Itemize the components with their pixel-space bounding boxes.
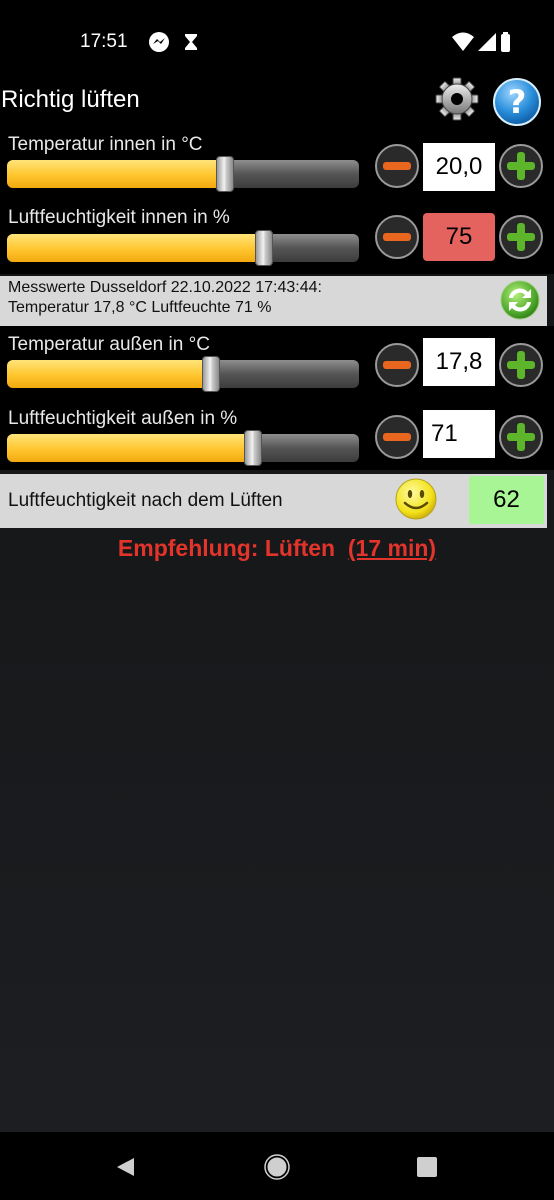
inside-temperature-plus-button[interactable] <box>498 143 544 189</box>
messenger-icon <box>149 32 169 52</box>
measurement-line-2: Temperatur 17,8 °C Luftfeuchte 71 % <box>8 299 272 316</box>
battery-icon <box>501 32 510 52</box>
outside-humidity-row: Luftfeuchtigkeit außen in % 71 <box>0 398 554 470</box>
inside-temperature-minus-button[interactable] <box>374 143 420 189</box>
back-icon[interactable] <box>114 1156 136 1178</box>
outside-humidity-value[interactable]: 71 <box>423 410 495 458</box>
inside-humidity-label: Luftfeuchtigkeit innen in % <box>8 207 230 228</box>
inside-humidity-plus-button[interactable] <box>498 214 544 260</box>
result-value: 62 <box>469 476 544 524</box>
recommendation: Empfehlung: Lüften (17 min) <box>0 535 554 562</box>
outside-humidity-minus-button[interactable] <box>374 414 420 460</box>
inside-temperature-label: Temperatur innen in °C <box>8 134 203 155</box>
slider-fill <box>7 360 211 388</box>
svg-text:?: ? <box>508 83 527 121</box>
app-title-bar: Richtig lüften ? <box>0 76 554 126</box>
slider-fill <box>7 160 225 188</box>
recent-apps-icon[interactable] <box>416 1156 438 1178</box>
inside-humidity-value[interactable]: 75 <box>423 213 495 261</box>
slider-thumb[interactable] <box>216 156 234 192</box>
slider-thumb[interactable] <box>244 430 262 466</box>
slider-fill <box>7 434 253 462</box>
navigation-bar <box>0 1132 554 1200</box>
outside-temperature-slider[interactable] <box>7 356 359 392</box>
app-title: Richtig lüften <box>1 86 140 113</box>
recommendation-time-link[interactable]: (17 min) <box>348 535 436 561</box>
measurement-panel: Messwerte Dusseldorf 22.10.2022 17:43:44… <box>0 276 547 326</box>
slider-thumb[interactable] <box>255 230 273 266</box>
recommendation-text: Empfehlung: Lüften <box>117 535 336 561</box>
result-panel: Luftfeuchtigkeit nach dem Lüften 62 <box>0 474 547 528</box>
status-time: 17:51 <box>80 31 128 52</box>
outside-humidity-label: Luftfeuchtigkeit außen in % <box>8 408 238 429</box>
result-label: Luftfeuchtigkeit nach dem Lüften <box>8 490 283 511</box>
inside-temperature-value[interactable]: 20,0 <box>423 143 495 191</box>
help-icon[interactable]: ? <box>492 77 542 127</box>
inside-humidity-row: Luftfeuchtigkeit innen in % 75 <box>0 196 554 274</box>
outside-humidity-slider[interactable] <box>7 430 359 466</box>
signal-icon <box>478 33 496 51</box>
outside-humidity-plus-button[interactable] <box>498 414 544 460</box>
inside-temperature-slider[interactable] <box>7 156 359 192</box>
inside-temperature-row: Temperatur innen in °C 20,0 <box>0 126 554 196</box>
measurement-line-1: Messwerte Dusseldorf 22.10.2022 17:43:44… <box>8 279 322 296</box>
status-bar: 17:51 <box>0 0 554 84</box>
settings-gear-icon[interactable] <box>434 76 480 122</box>
inside-humidity-minus-button[interactable] <box>374 214 420 260</box>
smiley-icon <box>395 478 437 520</box>
hourglass-icon <box>185 34 197 50</box>
slider-thumb[interactable] <box>202 356 220 392</box>
outside-temperature-plus-button[interactable] <box>498 342 544 388</box>
home-icon[interactable] <box>264 1154 290 1180</box>
outside-temperature-row: Temperatur außen in °C 17,8 <box>0 326 554 398</box>
refresh-icon[interactable] <box>499 279 541 321</box>
outside-temperature-minus-button[interactable] <box>374 342 420 388</box>
outside-temperature-value[interactable]: 17,8 <box>423 338 495 386</box>
slider-fill <box>7 234 264 262</box>
wifi-icon <box>452 32 474 51</box>
outside-temperature-label: Temperatur außen in °C <box>8 334 210 355</box>
inside-humidity-slider[interactable] <box>7 230 359 266</box>
